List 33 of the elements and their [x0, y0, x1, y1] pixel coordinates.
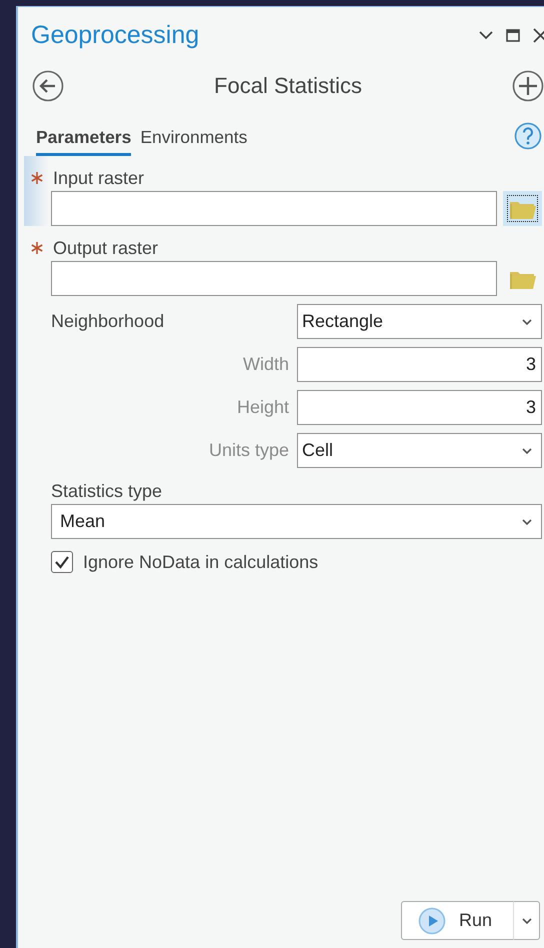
run-button[interactable]: Run: [401, 901, 514, 940]
back-icon[interactable]: [32, 70, 64, 102]
caret-icon: [521, 518, 533, 526]
add-icon[interactable]: [512, 70, 544, 102]
parameter-label: Units type: [208, 440, 289, 461]
play-icon: [418, 906, 446, 934]
browse-button[interactable]: [503, 191, 542, 226]
parameter-label: Statistics type: [51, 480, 162, 502]
parameter-label: Width: [242, 354, 289, 375]
parameter-label: Neighborhood: [51, 311, 166, 332]
checkbox-label: Ignore NoData in calculations: [83, 552, 318, 572]
tool-title: Focal Statistics: [213, 73, 363, 99]
chevron-down-icon[interactable]: [479, 31, 493, 40]
number-field[interactable]: 3: [297, 347, 542, 382]
parameter-label: Height: [236, 397, 289, 418]
caret-icon: [521, 446, 533, 454]
help-icon[interactable]: [514, 122, 542, 150]
tab[interactable]: Parameters: [36, 127, 132, 156]
text-field[interactable]: [51, 261, 497, 296]
number-field[interactable]: 3: [297, 390, 542, 425]
checkbox[interactable]: [51, 551, 73, 573]
tab[interactable]: Environments: [140, 127, 248, 156]
maximize-icon[interactable]: [506, 29, 520, 42]
caret-icon: [520, 916, 532, 924]
dropdown[interactable]: Cell: [297, 433, 542, 468]
parameter-label: Output raster: [53, 238, 158, 258]
caret-icon: [521, 318, 533, 326]
dropdown[interactable]: Rectangle: [297, 304, 542, 339]
parameter-label: Input raster: [53, 168, 144, 188]
dropdown[interactable]: Mean: [51, 504, 542, 539]
close-icon[interactable]: [533, 28, 544, 43]
text-field[interactable]: [51, 191, 497, 226]
pane-title: Geoprocessing: [31, 21, 200, 50]
